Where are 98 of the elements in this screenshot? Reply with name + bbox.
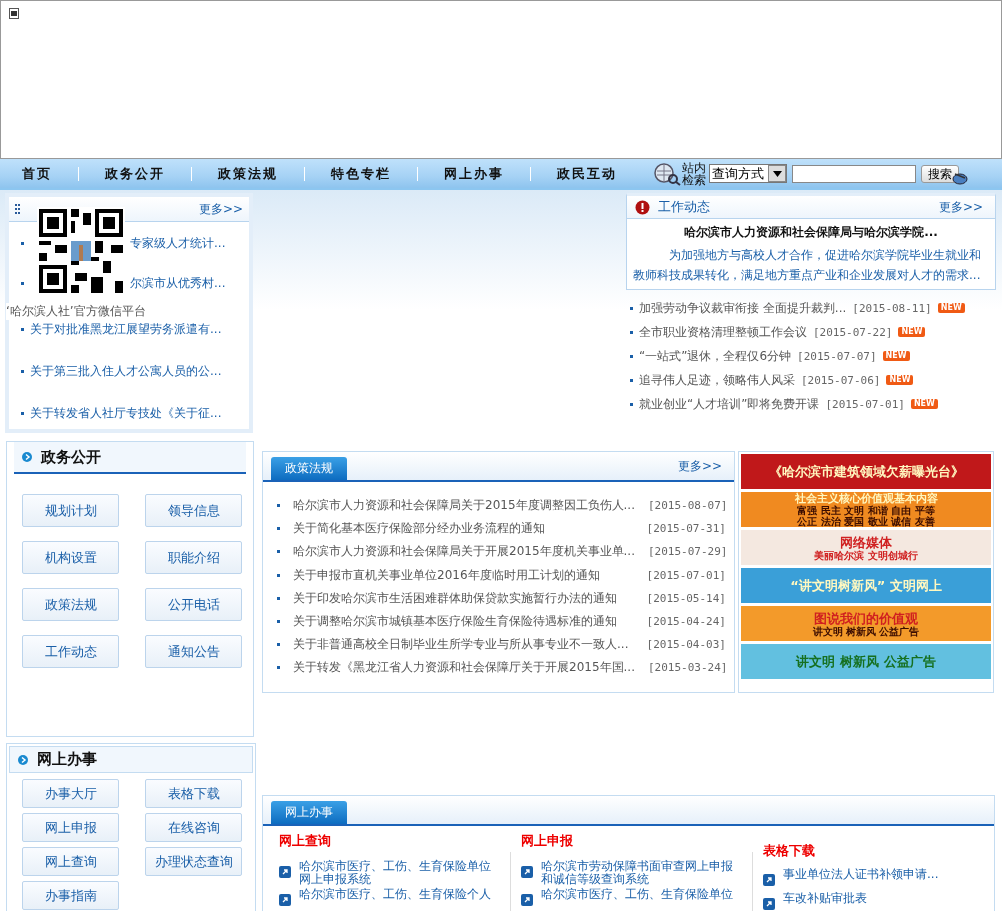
policy-date: [2015-03-24] [648, 661, 728, 675]
nav-button[interactable]: 通知公告 [145, 635, 242, 668]
more-link[interactable]: 更多>> [198, 200, 243, 218]
nav-button[interactable]: 网上查询 [22, 847, 119, 876]
news-date: [2015-07-01] [825, 397, 905, 411]
nav-link[interactable]: 首页 [0, 166, 79, 181]
news-link[interactable]: 关于转发省人社厅专技处《关于征... [30, 404, 222, 422]
column-title: 网上查询 [279, 832, 332, 850]
news-date: [2015-07-07] [797, 349, 877, 363]
nav-button[interactable]: 在线咨询 [145, 813, 242, 842]
panel-title: 网上办事 [37, 750, 97, 769]
new-badge: NEW [898, 327, 926, 337]
column-title: 网上申报 [521, 832, 574, 850]
nav-button[interactable]: 工作动态 [22, 635, 119, 668]
banner-link[interactable]: 《哈尔滨市建筑领域欠薪曝光台》 [741, 454, 991, 489]
new-badge: NEW [882, 351, 910, 361]
policy-link[interactable]: 关于转发《黑龙江省人力资源和社会保障厅关于开展2015年国... [293, 659, 635, 677]
policy-date: [2015-07-31] [646, 522, 726, 536]
banner-link[interactable]: 网络媒体 美丽哈尔滨 文明创城行 [741, 530, 991, 565]
news-link[interactable]: 追寻伟人足迹，领略伟人风采 [639, 371, 795, 389]
link-arrow-icon [279, 894, 291, 906]
nav-button[interactable]: 政策法规 [22, 588, 119, 621]
policy-link[interactable]: 关于调整哈尔滨市城镇基本医疗保险生育保险待遇标准的通知 [293, 613, 634, 631]
new-badge: NEW [937, 303, 965, 313]
service-link[interactable]: 事业单位法人证书补领申请... [783, 868, 983, 881]
qr-caption: ‘哈尔滨人社’官方微信平台 [6, 303, 146, 320]
caret-icon [772, 170, 782, 177]
nav-button[interactable]: 表格下载 [145, 779, 242, 808]
service-link[interactable]: 哈尔滨市医疗、工伤、生育保险个人 [299, 888, 499, 901]
link-arrow-icon [763, 874, 775, 886]
search-type-dropdown[interactable]: 查询方式 [709, 164, 787, 183]
nav-link[interactable]: 特色专栏 [305, 166, 418, 181]
nav-button[interactable]: 机构设置 [22, 541, 119, 574]
more-link[interactable]: 更多>> [938, 198, 983, 216]
service-link[interactable]: 哈尔滨市医疗、工伤、生育保险单位网上申报系统 [299, 860, 499, 886]
news-link[interactable]: “一站式”退休，全程仅6分钟 [639, 347, 792, 365]
nav-link[interactable]: 网上办事 [418, 166, 531, 181]
chevron-icon [18, 754, 28, 765]
nav-link[interactable]: 政务公开 [79, 166, 192, 181]
policy-date: [2015-05-14] [646, 591, 726, 605]
policy-link[interactable]: 关于非普通高校全日制毕业生所学专业与所从事专业不一致人... [293, 636, 634, 654]
broken-image-icon [9, 8, 19, 19]
policy-date: [2015-07-29] [648, 545, 728, 559]
service-link[interactable]: 哈尔滨市医疗、工伤、生育保险单位 [541, 888, 741, 901]
banner-link[interactable]: 社会主义核心价值观基本内容 富强 民主 文明 和谐 自由 平等 公正 法治 爱国 敬业 诚信 友善 [741, 492, 991, 527]
search-label: 站内检索 [682, 161, 707, 186]
service-link[interactable]: 车改补贴审批表 [783, 892, 983, 905]
nav-button[interactable]: 领导信息 [145, 494, 242, 527]
globe-search-icon [653, 161, 681, 186]
policy-link[interactable]: 关于简化基本医疗保险部分经办业务流程的通知 [293, 520, 634, 538]
section-tab[interactable]: 网上办事 [271, 801, 347, 824]
nav-button[interactable]: 办理状态查询 [145, 847, 242, 876]
new-badge: NEW [910, 399, 938, 409]
nav-button[interactable]: 办事大厅 [22, 779, 119, 808]
summary-text: 为加强地方与高校人才合作，促进哈尔滨学院毕业生就业和教师科技成果转化，满足地方重点产业和企业发展对人才的需求... [633, 247, 982, 284]
bowl-icon [952, 170, 968, 185]
link-arrow-icon [521, 866, 533, 878]
news-link[interactable]: 就业创业“人才培训”即将免费开课 [639, 395, 820, 413]
nav-button[interactable]: 公开电话 [145, 588, 242, 621]
news-link[interactable]: 关于对批准黑龙江展望劳务派遣有... [30, 320, 222, 338]
section-tab[interactable]: 政策法规 [271, 457, 347, 480]
search-field[interactable] [792, 164, 916, 183]
news-date: [2015-07-06] [801, 373, 881, 387]
news-link[interactable]: 专家级人才统计... [130, 234, 226, 252]
link-arrow-icon [279, 866, 291, 878]
grip-icon [15, 204, 20, 214]
policy-link[interactable]: 关于印发哈尔滨市生活困难群体助保贷款实施暂行办法的通知 [293, 589, 634, 607]
chevron-icon [22, 452, 32, 462]
news-link[interactable]: 全市职业资格清理整顿工作会议 [639, 323, 807, 341]
nav-button[interactable]: 网上申报 [22, 813, 119, 842]
policy-date: [2015-04-03] [646, 638, 726, 652]
policy-link[interactable]: 哈尔滨市人力资源和社会保障局关于2015年度调整因工负伤人... [293, 497, 635, 515]
banner-link[interactable]: 图说我们的价值观 讲文明 树新风 公益广告 [741, 606, 991, 641]
policy-date: [2015-08-07] [648, 499, 728, 513]
service-link[interactable]: 哈尔滨市劳动保障书面审查网上申报和诚信等级查询系统 [541, 860, 741, 886]
panel-title: 工作动态 [658, 198, 711, 216]
alert-icon [635, 199, 650, 215]
news-date: [2015-07-22] [813, 325, 893, 339]
policy-link[interactable]: 关于申报市直机关事业单位2016年度临时用工计划的通知 [293, 566, 634, 584]
panel-title: 政务公开 [41, 447, 101, 467]
headline-link[interactable]: 哈尔滨市人力资源和社会保障局与哈尔滨学院... [633, 224, 989, 241]
news-date: [2015-08-11] [852, 301, 932, 315]
nav-link[interactable]: 政民互动 [531, 166, 643, 181]
search-button[interactable]: 搜索 [921, 164, 959, 183]
news-link[interactable]: 加强劳动争议裁审衔接 全面提升裁判... [639, 299, 847, 317]
nav-button[interactable]: 职能介绍 [145, 541, 242, 574]
policy-date: [2015-04-24] [646, 615, 726, 629]
link-arrow-icon [521, 894, 533, 906]
news-link[interactable]: 尔滨市从优秀村... [130, 274, 226, 292]
nav-button[interactable]: 规划计划 [22, 494, 119, 527]
news-link[interactable]: 关于第三批入住人才公寓人员的公... [30, 362, 222, 380]
column-title: 表格下载 [763, 842, 816, 860]
nav-link[interactable]: 政策法规 [192, 166, 305, 181]
nav-button[interactable]: 办事指南 [22, 881, 119, 910]
policy-link[interactable]: 哈尔滨市人力资源和社会保障局关于开展2015年度机关事业单... [293, 543, 635, 561]
more-link[interactable]: 更多>> [677, 457, 722, 475]
policy-date: [2015-07-01] [646, 568, 726, 582]
new-badge: NEW [886, 375, 914, 385]
